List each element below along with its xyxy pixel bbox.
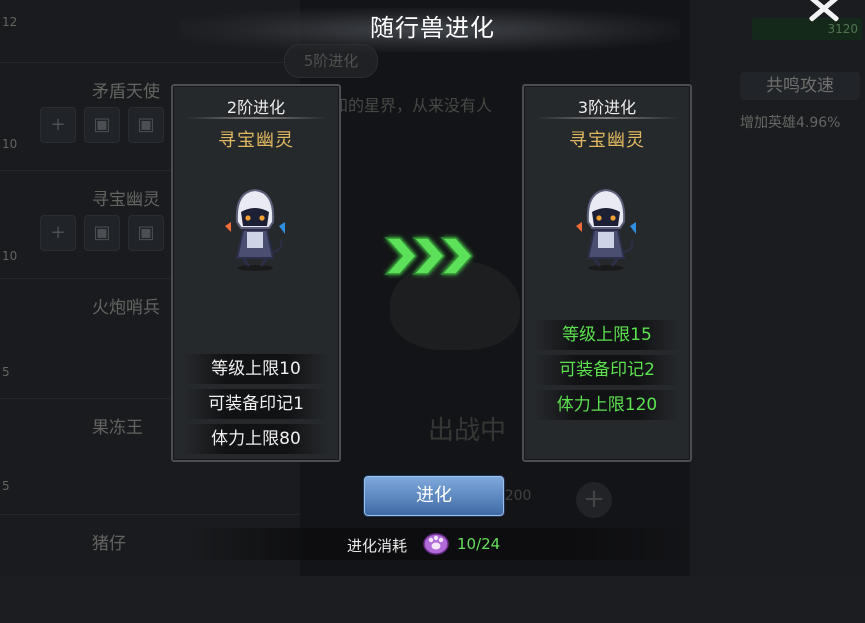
pet-name: 寻宝幽灵 [569, 130, 645, 151]
stat-mark-slots: 可装备印记2 [534, 355, 680, 385]
purple-paw-token-icon [423, 533, 449, 555]
stat-level-cap: 等级上限10 [183, 354, 329, 384]
stat-level-cap: 等级上限15 [534, 320, 680, 350]
evolve-arrow-icon [384, 237, 474, 275]
cost-label: 进化消耗 [347, 537, 408, 555]
close-icon[interactable] [804, 0, 844, 24]
stage-label: 3阶进化 [577, 98, 637, 117]
next-stage-card: 3阶进化 寻宝幽灵 等级上限15 可装备印记2 体力上限120 [522, 84, 692, 462]
stage-label: 2阶进化 [226, 98, 286, 117]
dialog-title: 随行兽进化 [370, 14, 495, 42]
pet-name: 寻宝幽灵 [218, 130, 294, 151]
divider [536, 117, 678, 119]
stat-stamina-cap: 体力上限120 [534, 390, 680, 420]
stat-stamina-cap: 体力上限80 [183, 424, 329, 454]
divider [185, 117, 327, 119]
ghost-pet-sprite [576, 188, 636, 271]
ghost-pet-sprite [225, 188, 285, 271]
stat-mark-slots: 可装备印记1 [183, 389, 329, 419]
cost-value: 10/24 [457, 535, 501, 553]
evolve-button[interactable]: 进化 [364, 476, 504, 516]
current-stage-card: 2阶进化 寻宝幽灵 等级上限10 可装备印记1 体力上限80 [171, 84, 341, 462]
